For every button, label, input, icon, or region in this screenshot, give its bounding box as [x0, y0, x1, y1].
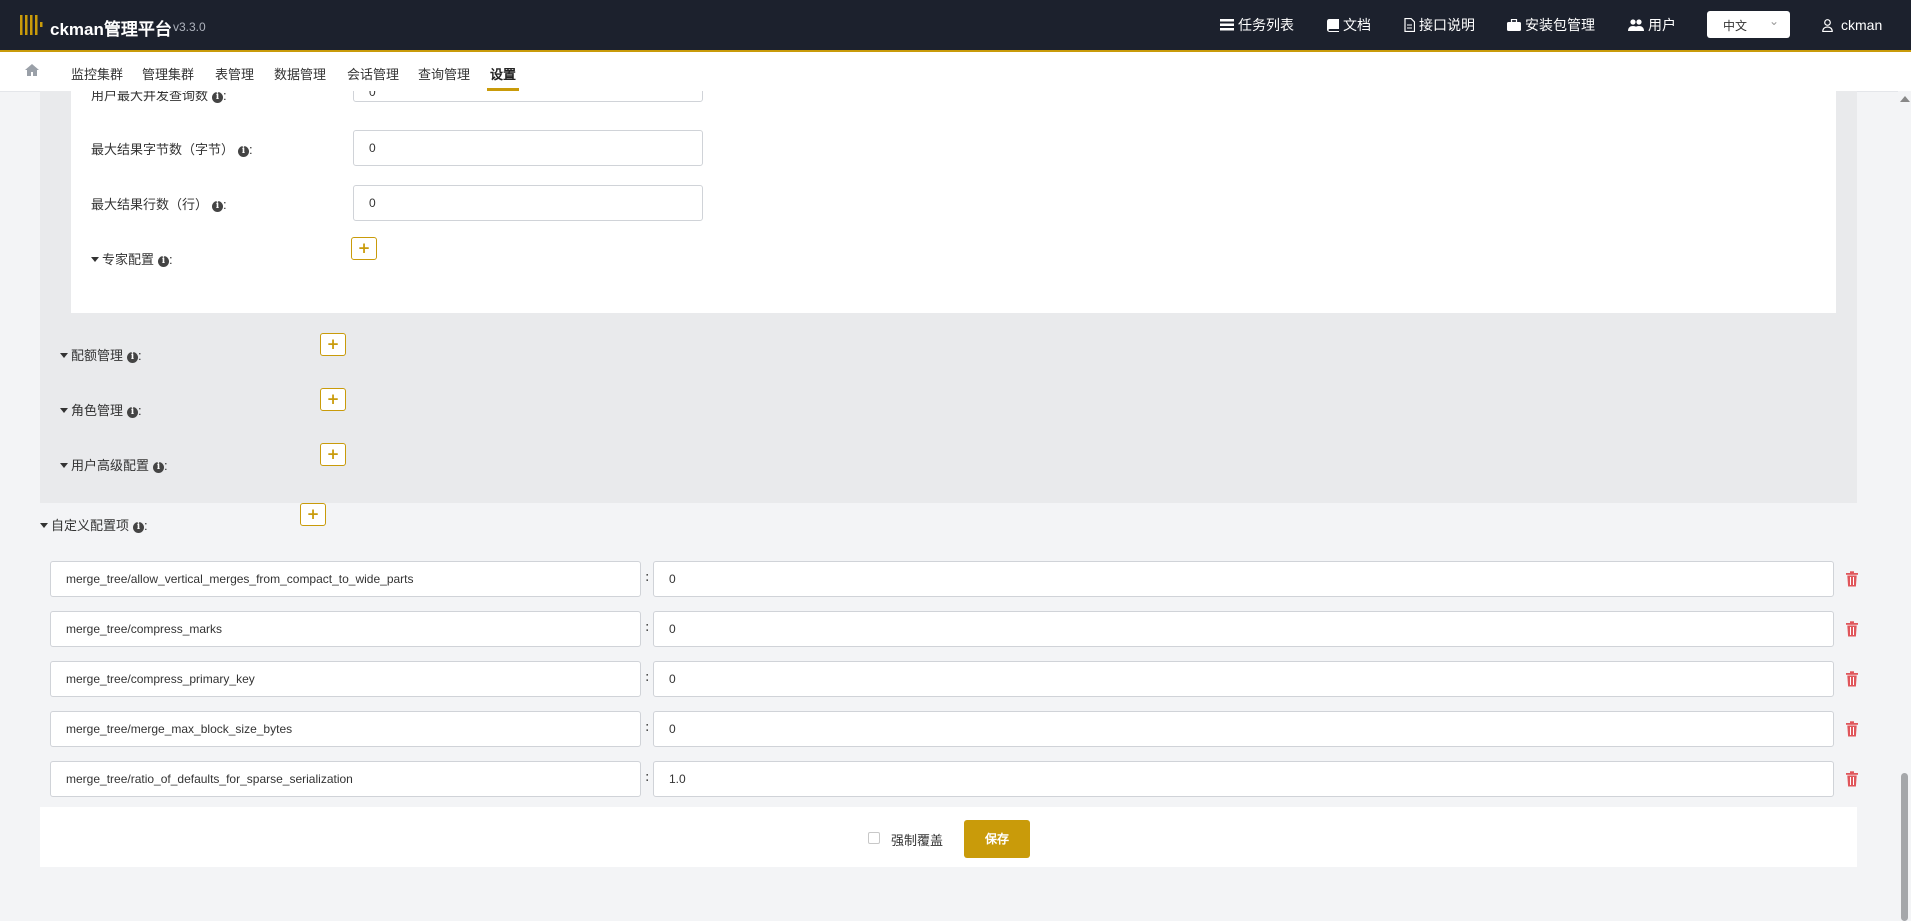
- custom-value-input[interactable]: 0: [653, 561, 1834, 597]
- key-value-separator: :: [645, 770, 650, 785]
- key-value-separator: :: [645, 570, 650, 585]
- info-icon: i: [212, 92, 224, 103]
- ckman-logo-icon: [20, 15, 43, 35]
- custom-key-input[interactable]: merge_tree/merge_max_block_size_bytes: [50, 711, 641, 747]
- max-result-bytes-input[interactable]: 0: [353, 130, 703, 166]
- quota-manage-toggle[interactable]: 配额管理 i:: [60, 345, 142, 364]
- info-icon: i: [238, 146, 250, 157]
- caret-down-icon: [60, 463, 68, 468]
- book-icon: [1327, 18, 1339, 32]
- form-footer: [40, 807, 1857, 867]
- custom-value-input[interactable]: 0: [653, 711, 1834, 747]
- tab-session-manage[interactable]: 会话管理: [347, 64, 399, 83]
- nav-users[interactable]: 用户: [1628, 0, 1676, 50]
- users-icon: [1628, 19, 1644, 31]
- max-concurrent-queries-label: 用户最大并发查询数 i:: [91, 91, 227, 103]
- max-result-bytes-label: 最大结果字节数（字节） i:: [91, 142, 253, 157]
- user-menu[interactable]: ckman: [1822, 0, 1882, 50]
- version-label: v3.3.0: [173, 20, 206, 34]
- main-tabs: 监控集群 管理集群 表管理 数据管理 会话管理 查询管理 设置: [0, 52, 1911, 92]
- caret-down-icon: [60, 353, 68, 358]
- clipped-row: 用户最大并发查询数 i: 0: [71, 91, 971, 111]
- nav-docs-label: 文档: [1343, 17, 1371, 33]
- max-result-rows-input[interactable]: 0: [353, 185, 703, 221]
- trash-icon[interactable]: [1845, 771, 1859, 787]
- info-icon: i: [127, 352, 139, 363]
- scrollbar-thumb[interactable]: [1901, 773, 1908, 921]
- trash-icon[interactable]: [1845, 571, 1859, 587]
- nav-docs[interactable]: 文档: [1327, 0, 1371, 50]
- info-icon: i: [133, 522, 145, 533]
- file-icon: [1404, 18, 1415, 32]
- top-bar: ckman管理平台 v3.3.0 任务列表 文档 接口说明 安装包管理 用户 中…: [0, 0, 1911, 52]
- info-icon: i: [153, 462, 165, 473]
- nav-users-label: 用户: [1648, 17, 1676, 33]
- add-user-advanced-config-button[interactable]: +: [320, 443, 346, 466]
- custom-value-input[interactable]: 0: [653, 661, 1834, 697]
- key-value-separator: :: [645, 720, 650, 735]
- home-icon[interactable]: [25, 64, 39, 76]
- key-value-separator: :: [645, 670, 650, 685]
- username: ckman: [1841, 17, 1883, 33]
- custom-key-input[interactable]: merge_tree/ratio_of_defaults_for_sparse_…: [50, 761, 641, 797]
- user-advanced-config-toggle[interactable]: 用户高级配置 i:: [60, 455, 168, 474]
- chevron-down-icon: ⌄: [1769, 14, 1780, 28]
- nav-tasks-label: 任务列表: [1238, 17, 1294, 33]
- save-button[interactable]: 保存: [964, 820, 1030, 858]
- nav-packages-label: 安装包管理: [1525, 17, 1595, 33]
- nav-tasks[interactable]: 任务列表: [1220, 0, 1294, 50]
- language-select[interactable]: 中文 ⌄: [1707, 11, 1790, 38]
- add-role-button[interactable]: +: [320, 388, 346, 411]
- language-value: 中文: [1723, 19, 1748, 33]
- brand-title[interactable]: ckman管理平台: [50, 15, 172, 40]
- scroll-up-arrow-icon[interactable]: [1900, 96, 1910, 102]
- custom-key-input[interactable]: merge_tree/compress_marks: [50, 611, 641, 647]
- trash-icon[interactable]: [1845, 621, 1859, 637]
- tab-data-manage[interactable]: 数据管理: [274, 64, 326, 83]
- force-overwrite-label[interactable]: 强制覆盖: [891, 830, 943, 849]
- nav-packages[interactable]: 安装包管理: [1507, 0, 1595, 50]
- force-overwrite-checkbox[interactable]: [868, 832, 880, 844]
- custom-value-input[interactable]: 0: [653, 611, 1834, 647]
- trash-icon[interactable]: [1845, 671, 1859, 687]
- info-icon: i: [158, 256, 170, 267]
- tab-settings[interactable]: 设置: [490, 64, 516, 83]
- nav-api[interactable]: 接口说明: [1404, 0, 1475, 50]
- caret-down-icon: [40, 523, 48, 528]
- caret-down-icon: [91, 257, 99, 262]
- user-icon: [1822, 18, 1833, 32]
- tab-monitor-cluster[interactable]: 监控集群: [71, 64, 123, 83]
- add-expert-config-button[interactable]: +: [351, 237, 377, 260]
- tasks-icon: [1220, 19, 1234, 31]
- add-custom-config-button[interactable]: +: [300, 503, 326, 526]
- key-value-separator: :: [645, 620, 650, 635]
- add-quota-button[interactable]: +: [320, 333, 346, 356]
- info-icon: i: [212, 201, 224, 212]
- custom-config-toggle[interactable]: 自定义配置项 i:: [40, 515, 148, 534]
- user-profile-panel: [71, 91, 1836, 313]
- expert-config-toggle[interactable]: 专家配置 i:: [91, 249, 173, 268]
- briefcase-icon: [1507, 19, 1521, 31]
- nav-api-label: 接口说明: [1419, 17, 1475, 33]
- tab-query-manage[interactable]: 查询管理: [418, 64, 470, 83]
- tab-table-manage[interactable]: 表管理: [215, 64, 254, 83]
- custom-value-input[interactable]: 1.0: [653, 761, 1834, 797]
- tab-manage-cluster[interactable]: 管理集群: [142, 64, 194, 83]
- role-manage-toggle[interactable]: 角色管理 i:: [60, 400, 142, 419]
- max-concurrent-queries-input[interactable]: 0: [353, 91, 703, 102]
- custom-key-input[interactable]: merge_tree/allow_vertical_merges_from_co…: [50, 561, 641, 597]
- custom-key-input[interactable]: merge_tree/compress_primary_key: [50, 661, 641, 697]
- max-result-rows-label: 最大结果行数（行） i:: [91, 197, 227, 212]
- caret-down-icon: [60, 408, 68, 413]
- trash-icon[interactable]: [1845, 721, 1859, 737]
- info-icon: i: [127, 407, 139, 418]
